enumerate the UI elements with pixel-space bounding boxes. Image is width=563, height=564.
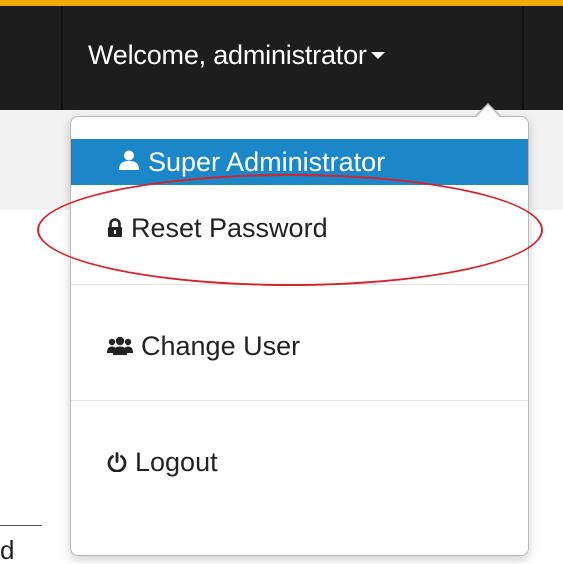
menu-item-label: Change User <box>141 330 301 361</box>
menu-divider <box>71 284 528 285</box>
background-text-fragment: d <box>0 535 15 564</box>
dropdown-arrow <box>475 105 501 118</box>
menu-divider <box>71 400 528 401</box>
menu-item-logout[interactable]: Logout <box>71 439 528 485</box>
power-icon <box>107 452 127 472</box>
menu-item-label: Logout <box>135 446 218 477</box>
background-field-border <box>0 525 42 526</box>
menu-header-label: Super Administrator <box>148 146 386 177</box>
navbar-divider-right <box>522 6 524 110</box>
caret-down-icon <box>370 52 385 59</box>
user-icon <box>118 147 140 178</box>
menu-item-change-user[interactable]: Change User <box>71 323 528 369</box>
menu-item-reset-password[interactable]: Reset Password <box>71 205 528 251</box>
navbar-divider-left <box>61 6 63 110</box>
menu-item-label: Reset Password <box>131 212 328 243</box>
menu-header-super-administrator[interactable]: Super Administrator <box>71 139 528 185</box>
users-icon <box>107 336 133 356</box>
lock-icon <box>107 218 123 238</box>
user-menu-toggle[interactable]: Welcome, administrator <box>88 40 385 71</box>
user-dropdown-menu: Super Administrator Reset Password Chang… <box>70 116 529 556</box>
top-navbar: Welcome, administrator <box>0 0 563 110</box>
welcome-label: Welcome, administrator <box>88 40 367 70</box>
screen: Welcome, administrator d Super Administr… <box>0 0 563 564</box>
